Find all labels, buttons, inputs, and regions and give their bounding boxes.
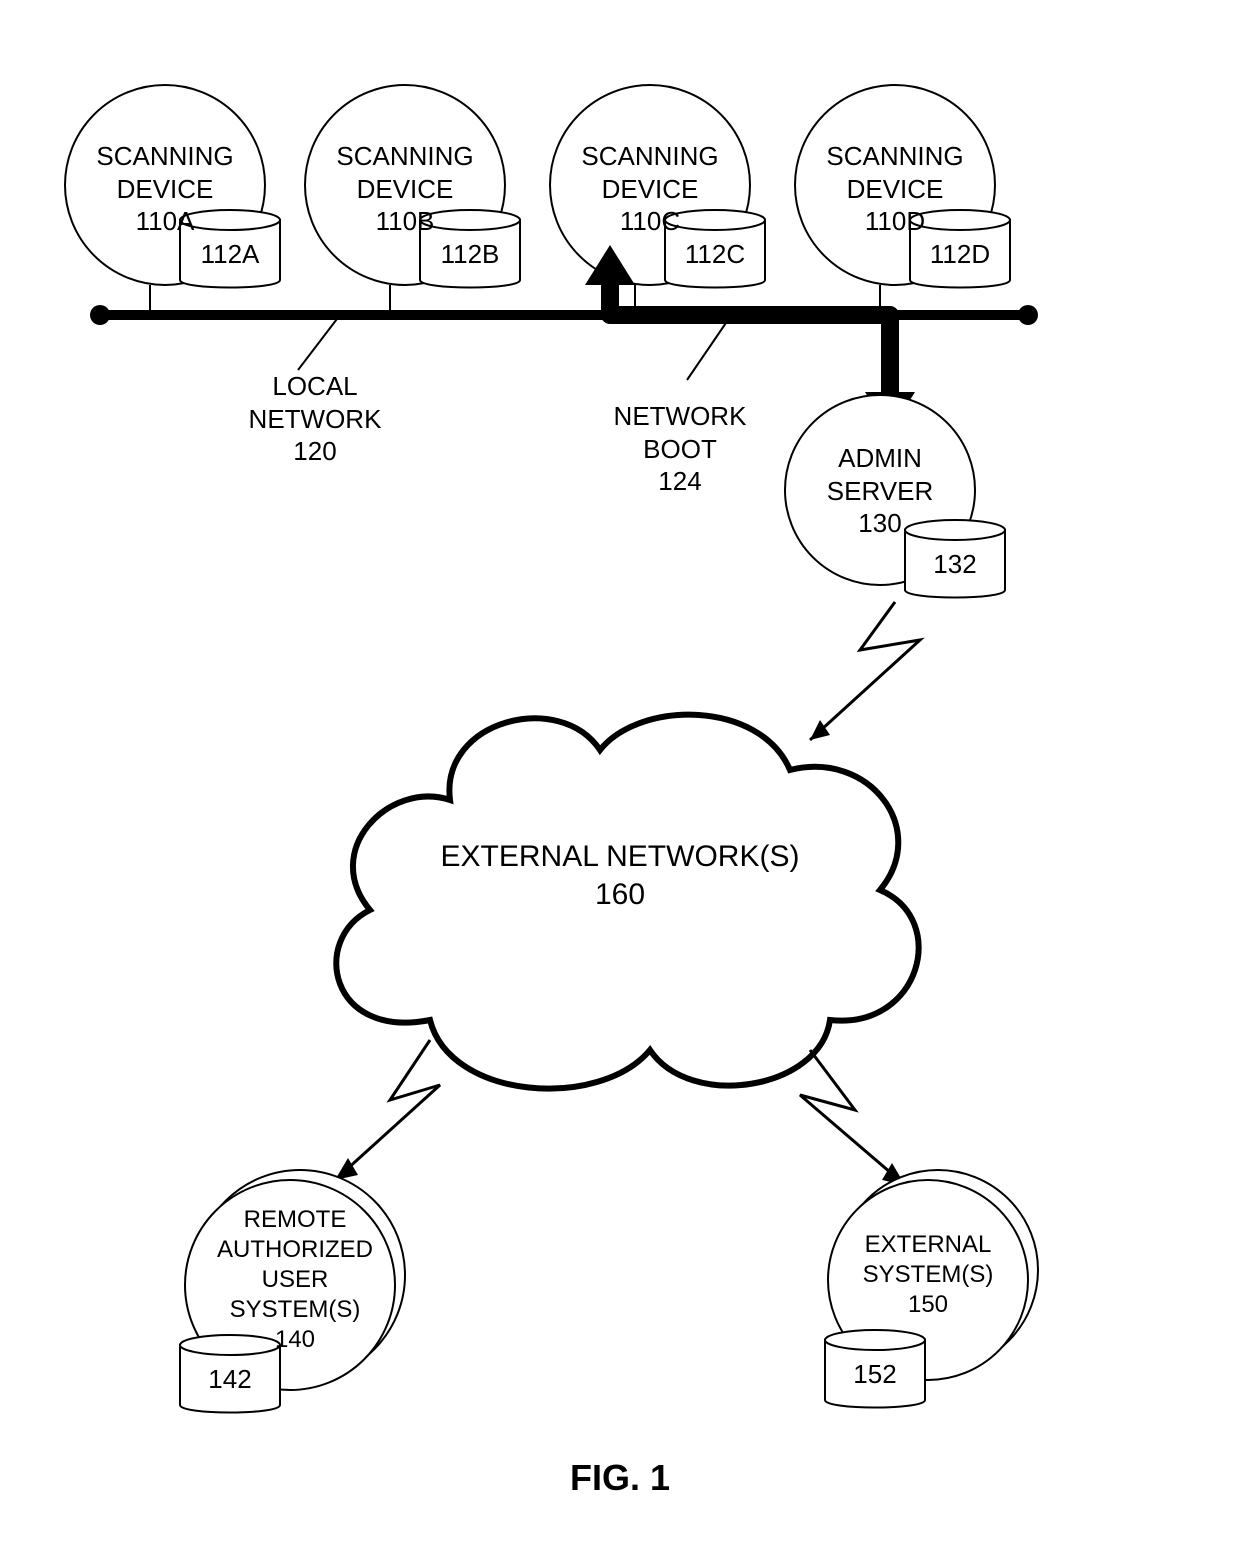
remote-user-label: REMOTE AUTHORIZED USER SYSTEM(S) 140 bbox=[190, 1205, 400, 1355]
local-network-label: LOCAL NETWORK 120 bbox=[215, 370, 415, 468]
storage-112d-label: 112D bbox=[918, 238, 1002, 271]
link-cloud-external-systems bbox=[800, 1050, 905, 1185]
storage-112b-label: 112B bbox=[428, 238, 512, 271]
link-cloud-remote-user bbox=[335, 1040, 440, 1180]
figure-label: FIG. 1 bbox=[520, 1455, 720, 1500]
storage-152-label: 152 bbox=[835, 1358, 915, 1391]
external-system-label: EXTERNAL SYSTEM(S) 150 bbox=[838, 1230, 1018, 1320]
network-boot-label: NETWORK BOOT 124 bbox=[580, 400, 780, 498]
storage-112a-label: 112A bbox=[188, 238, 272, 271]
scanning-device-b-label: SCANNING DEVICE 110B bbox=[330, 140, 480, 238]
scanning-device-a-label: SCANNING DEVICE 110A bbox=[90, 140, 240, 238]
link-admin-cloud bbox=[810, 602, 920, 740]
storage-132-label: 132 bbox=[915, 548, 995, 581]
scanning-device-d-label: SCANNING DEVICE 110D bbox=[820, 140, 970, 238]
storage-142-label: 142 bbox=[190, 1363, 270, 1396]
storage-112c-label: 112C bbox=[673, 238, 757, 271]
cloud-label: EXTERNAL NETWORK(S) 160 bbox=[420, 838, 820, 913]
admin-server-label: ADMIN SERVER 130 bbox=[805, 442, 955, 540]
scanning-device-c-label: SCANNING DEVICE 110C bbox=[575, 140, 725, 238]
